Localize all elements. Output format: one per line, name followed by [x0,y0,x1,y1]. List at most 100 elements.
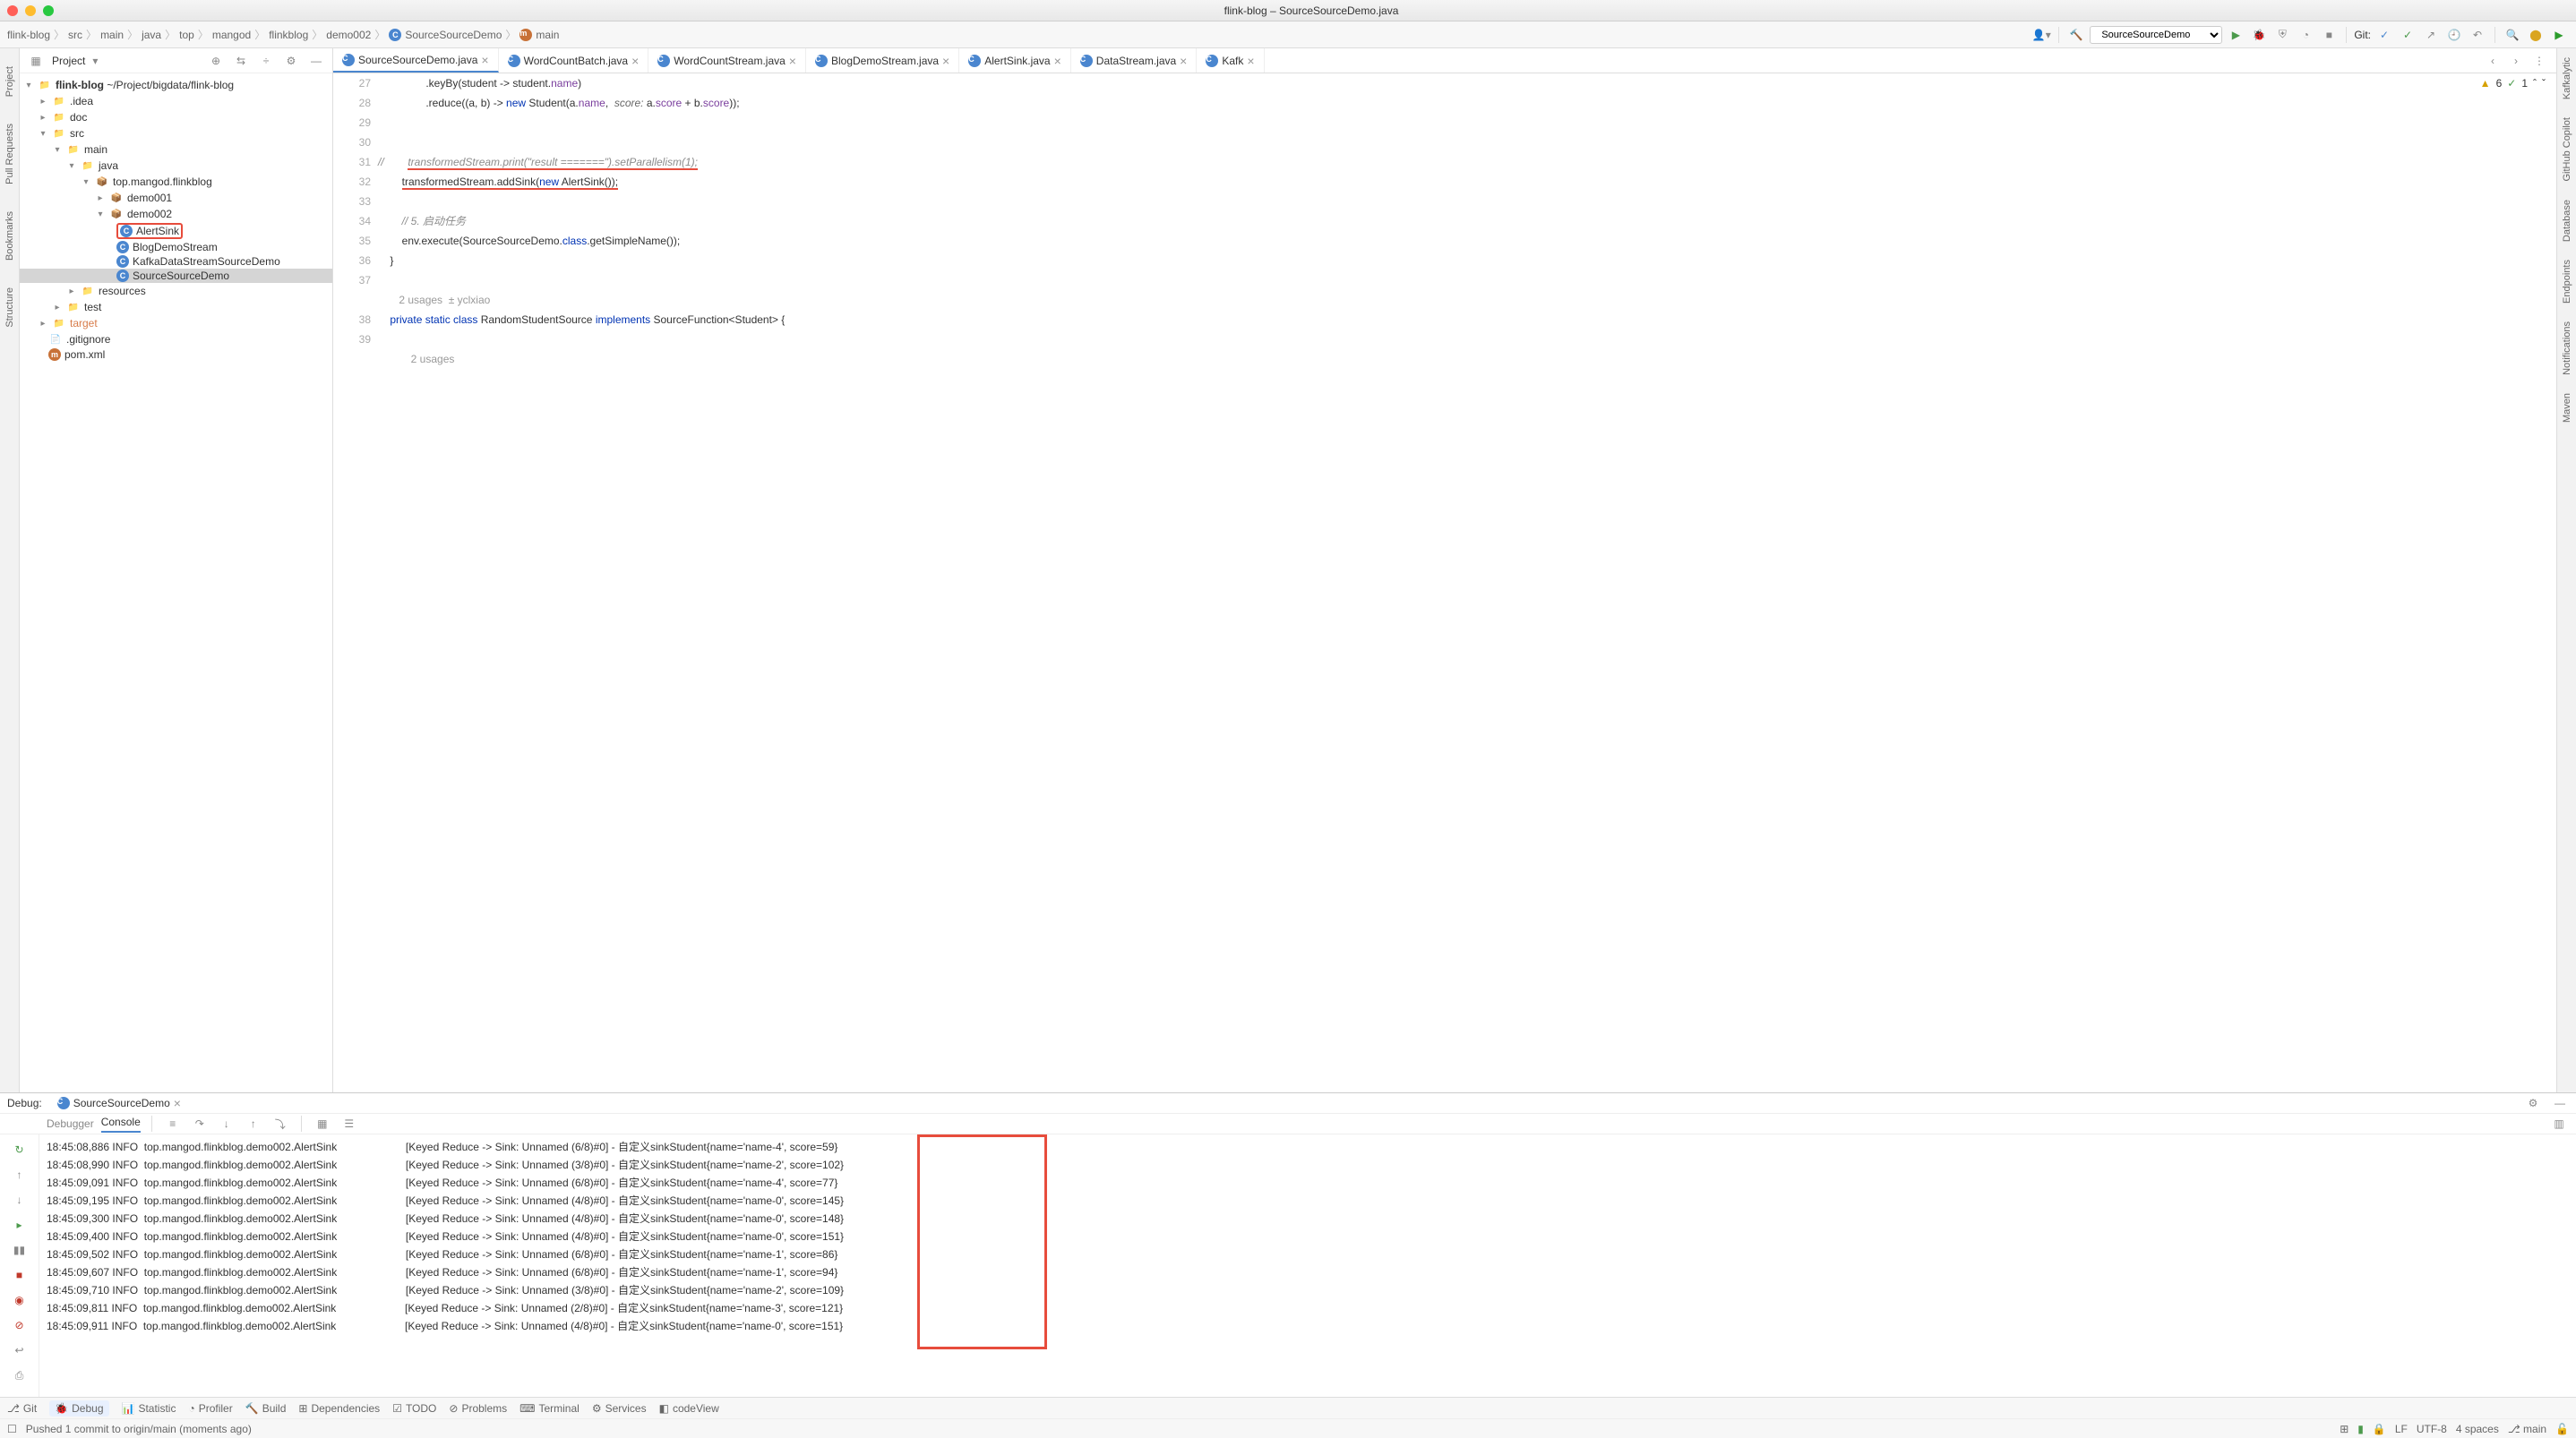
stop-icon[interactable]: ■ [10,1265,30,1285]
indent-widget[interactable]: 4 spaces [2456,1423,2499,1435]
stripe-GitHub Copilot[interactable]: GitHub Copilot [2562,117,2572,182]
close-tab-icon[interactable]: × [481,53,488,67]
mute-breakpoints-icon[interactable]: ⊘ [10,1315,30,1335]
git-branch[interactable]: ⎇ main [2508,1423,2546,1435]
minimize-window[interactable] [25,5,36,16]
profile-icon[interactable]: ◔ [2296,25,2315,45]
search-icon[interactable]: 🔍 [2503,25,2522,45]
crumb-flinkblog[interactable]: flinkblog [269,29,308,41]
window-controls[interactable] [7,5,54,16]
line-separator[interactable]: LF [2395,1423,2408,1435]
maximize-window[interactable] [43,5,54,16]
tab-BlogDemoStream.java[interactable]: CBlogDemoStream.java× [806,48,959,73]
scroll-down-icon[interactable]: ↓ [10,1190,30,1210]
crumb-SourceSourceDemo[interactable]: SourceSourceDemo [405,29,502,41]
close-tab-icon[interactable]: × [1247,54,1254,68]
layout-icon[interactable]: ▥ [2549,1114,2569,1134]
stripe-Pull Requests[interactable]: Pull Requests [4,124,15,184]
soft-wrap-icon[interactable]: ↩ [10,1340,30,1360]
close-window[interactable] [7,5,18,16]
memory-icon[interactable]: ▮ [2357,1423,2364,1435]
close-debug-tab-icon[interactable]: × [174,1096,181,1110]
project-view-icon[interactable]: ▦ [27,52,45,70]
gear-icon[interactable]: ⚙ [282,52,300,70]
tool-git[interactable]: ⎇Git [7,1402,37,1415]
indexing-icon[interactable]: ⊞ [2340,1423,2348,1435]
console-tab[interactable]: Console [101,1116,141,1133]
debugger-tab[interactable]: Debugger [47,1117,94,1130]
git-push-icon[interactable]: ↗ [2421,25,2441,45]
locate-icon[interactable]: ⊕ [207,52,225,70]
tabs-menu-icon[interactable]: ⋮ [2529,51,2549,71]
stripe-Structure[interactable]: Structure [4,287,15,328]
tab-WordCountStream.java[interactable]: CWordCountStream.java× [648,48,806,73]
stripe-Bookmarks[interactable]: Bookmarks [4,211,15,261]
tab-DataStream.java[interactable]: CDataStream.java× [1071,48,1198,73]
copilot-icon[interactable]: ⬤ [2526,25,2546,45]
scroll-up-icon[interactable]: ↑ [10,1165,30,1185]
print-icon[interactable]: ⎙ [10,1365,30,1385]
stripe-Maven[interactable]: Maven [2562,393,2572,423]
tab-WordCountBatch.java[interactable]: CWordCountBatch.java× [499,48,649,73]
trace-icon[interactable]: ☰ [339,1114,359,1134]
crumb-src[interactable]: src [68,29,82,41]
tab-AlertSink.java[interactable]: CAlertSink.java× [959,48,1071,73]
close-tab-icon[interactable]: × [942,54,949,68]
chevron-down-icon[interactable]: ˇ [2542,77,2546,90]
expand-icon[interactable]: ⇆ [232,52,250,70]
step-out-icon[interactable]: ↑ [244,1114,263,1134]
git-history-icon[interactable]: 🕘 [2444,25,2464,45]
git-commit-icon[interactable]: ✓ [2398,25,2417,45]
run-icon[interactable]: ▶ [2226,25,2245,45]
stop-icon[interactable]: ■ [2319,25,2339,45]
ide-update-icon[interactable]: ▶ [2549,25,2569,45]
run-config-select[interactable]: SourceSourceDemo [2090,26,2222,44]
file-encoding[interactable]: UTF-8 [2417,1423,2447,1435]
close-tab-icon[interactable]: × [789,54,796,68]
git-update-icon[interactable]: ✓ [2374,25,2394,45]
run-to-cursor-icon[interactable]: ⤵ [270,1114,290,1134]
breadcrumb[interactable]: flink-blog〉src〉main〉java〉top〉mangod〉flin… [7,27,2026,42]
debug-config-name[interactable]: SourceSourceDemo [73,1097,170,1109]
warnings-icon[interactable]: ▲ [2480,77,2491,90]
crumb-top[interactable]: top [179,29,194,41]
stripe-Kafkalytic[interactable]: Kafkalytic [2562,57,2572,99]
collapse-icon[interactable]: ÷ [257,52,275,70]
stripe-Notifications[interactable]: Notifications [2562,321,2572,375]
lock-icon[interactable]: 🔒 [2373,1423,2386,1435]
step-into-icon[interactable]: ↓ [217,1114,236,1134]
crumb-main[interactable]: main [536,29,559,41]
evaluate-icon[interactable]: ▦ [313,1114,332,1134]
event-log-icon[interactable]: ☐ [7,1423,17,1435]
build-icon[interactable]: 🔨 [2066,25,2086,45]
coverage-icon[interactable]: ⛨ [2272,25,2292,45]
step-over-icon[interactable]: ↷ [190,1114,210,1134]
crumb-demo002[interactable]: demo002 [326,29,371,41]
editor-tabs[interactable]: CSourceSourceDemo.java×CWordCountBatch.j… [333,48,2556,73]
tabs-next-icon[interactable]: › [2506,51,2526,71]
debug-gear-icon[interactable]: ⚙ [2524,1094,2542,1112]
crumb-mangod[interactable]: mangod [212,29,251,41]
stripe-Database[interactable]: Database [2562,200,2572,242]
step-bar-icon[interactable]: ≡ [163,1114,183,1134]
project-tree[interactable]: ▾📁flink-blog ~/Project/bigdata/flink-blo… [20,73,332,1092]
hide-icon[interactable]: — [307,52,325,70]
crumb-flink-blog[interactable]: flink-blog [7,29,50,41]
debug-hide-icon[interactable]: — [2551,1094,2569,1112]
stripe-Project[interactable]: Project [4,66,15,97]
crumb-main[interactable]: main [100,29,124,41]
user-icon[interactable]: 👤▾ [2031,25,2051,45]
crumb-java[interactable]: java [142,29,161,41]
code-editor[interactable]: 27282930313233343536373839 .keyBy(studen… [333,73,2556,1092]
pause-icon[interactable]: ▮▮ [10,1240,30,1260]
inspections-ok-icon[interactable]: ✓ [2507,77,2516,90]
git-revert-icon[interactable]: ↶ [2468,25,2487,45]
lock-status-icon[interactable]: 🔓 [2555,1423,2569,1435]
close-tab-icon[interactable]: × [1054,54,1061,68]
debug-icon[interactable]: 🐞 [2249,25,2269,45]
rerun-icon[interactable]: ↻ [10,1140,30,1160]
tab-SourceSourceDemo.java[interactable]: CSourceSourceDemo.java× [333,48,499,73]
chevron-up-icon[interactable]: ˆ [2533,77,2537,90]
stripe-Endpoints[interactable]: Endpoints [2562,260,2572,304]
tabs-prev-icon[interactable]: ‹ [2483,51,2503,71]
